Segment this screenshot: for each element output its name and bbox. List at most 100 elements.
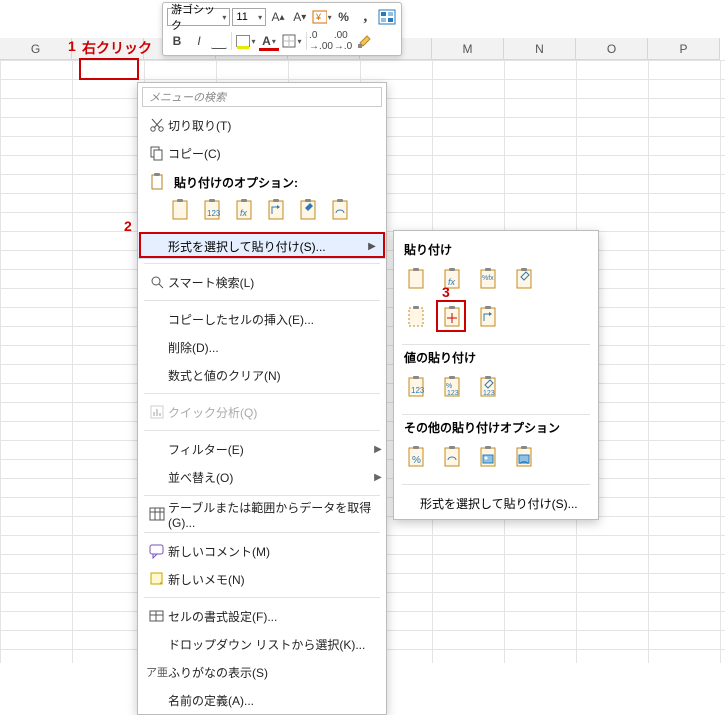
search-icon [146,274,168,290]
menu-item-format-cells[interactable]: セルの書式設定(F)... [138,602,386,630]
menu-item-label: セルの書式設定(F)... [168,608,386,625]
menu-item-label: ドロップダウン リストから選択(K)... [168,636,386,653]
menu-item-define-name[interactable]: 名前の定義(A)... [138,686,386,714]
column-header[interactable]: G [0,38,72,60]
percent-style-button[interactable]: % [334,7,354,27]
annotation-1-number: 1 [68,38,76,54]
sub-paste-keep-source-button[interactable] [512,266,538,294]
menu-item-insert-copied[interactable]: コピーしたセルの挿入(E)... [138,305,386,333]
sub-paste-formulas-number-button[interactable]: %fx [476,266,502,294]
menu-item-filter[interactable]: フィルター(E) ▶ [138,435,386,463]
increase-decimal-button[interactable]: .0→.00 [311,31,331,51]
menu-item-label: 切り取り(T) [168,117,386,134]
sub-paste-special-dialog[interactable]: 形式を選択して貼り付け(S)... [402,489,590,513]
paste-transpose-button[interactable] [264,197,290,225]
sub-paste-linked-picture-button[interactable] [512,444,538,472]
column-header[interactable]: N [504,38,576,60]
paste-options-header: 貼り付けのオプション: [138,167,386,193]
menu-item-dropdown-select[interactable]: ドロップダウン リストから選択(K)... [138,630,386,658]
accounting-format-button[interactable]: ¥▾ [312,7,332,27]
submenu-arrow-icon: ▶ [370,472,386,483]
menu-item-label: 削除(D)... [168,339,386,356]
menu-item-new-note[interactable]: 新しいメモ(N) [138,565,386,593]
menu-search-placeholder: メニューの検索 [149,89,226,105]
comma-style-button[interactable]: , [355,7,375,27]
sub-paste-transpose-button[interactable] [476,304,502,332]
font-name-combobox[interactable]: 游ゴシック▾ [167,8,230,26]
font-size-value: 11 [236,11,247,23]
menu-item-label: 並べ替え(O) [168,469,370,486]
paste-formatting-button[interactable] [296,197,322,225]
menu-item-label: ふりがなの表示(S) [168,664,386,681]
underline-button[interactable] [211,33,227,49]
sub-paste-values-source-button[interactable]: 123 [476,374,502,402]
italic-button[interactable]: I [189,31,209,51]
format-cells-icon [146,608,168,624]
menu-item-furigana[interactable]: ア亜 ふりがなの表示(S) [138,658,386,686]
menu-item-label: 形式を選択して貼り付け(S)... [402,489,580,514]
submenu-other-header: その他の貼り付けオプション [404,419,590,436]
submenu-values-header: 値の貼り付け [404,349,590,366]
fill-color-button[interactable]: ▾ [236,31,256,51]
sub-paste-picture-button[interactable] [476,444,502,472]
svg-text:123: 123 [483,390,495,397]
menu-item-new-comment[interactable]: 新しいコメント(M) [138,537,386,565]
format-painter-button[interactable] [355,31,375,51]
quick-analysis-icon [146,404,168,420]
column-header[interactable]: O [576,38,648,60]
menu-item-label: コピーしたセルの挿入(E)... [168,311,386,328]
menu-item-quick-analysis: クイック分析(Q) [138,398,386,426]
menu-item-label: フィルター(E) [168,441,370,458]
annotation-box-1 [79,58,139,80]
comment-icon [146,543,168,559]
copy-icon [146,145,168,161]
svg-text:¥: ¥ [315,12,322,22]
menu-item-sort[interactable]: 並べ替え(O) ▶ [138,463,386,491]
sub-paste-link-button[interactable] [440,444,466,472]
decrease-decimal-button[interactable]: .00→.0 [333,31,353,51]
menu-item-delete[interactable]: 削除(D)... [138,333,386,361]
svg-text:%fx: %fx [482,275,494,282]
annotation-box-2 [139,232,385,258]
menu-search-input[interactable]: メニューの検索 [142,87,382,107]
menu-item-smart-lookup[interactable]: スマート検索(L) [138,268,386,296]
paste-special-submenu: 貼り付け fx %fx 3 値の貼り付け 123 %123 123 その他の貼り… [393,230,599,520]
bold-button[interactable]: B [167,31,187,51]
font-name-value: 游ゴシック [171,1,221,33]
sub-paste-values-number-button[interactable]: %123 [440,374,466,402]
font-color-button[interactable]: A▾ [258,31,280,51]
menu-item-label: 名前の定義(A)... [168,692,386,709]
paste-options-row: 123 fx [138,193,386,233]
menu-item-cut[interactable]: 切り取り(T) [138,111,386,139]
column-header[interactable]: M [432,38,504,60]
decrease-font-size-button[interactable]: A▾ [290,7,310,27]
paste-all-button[interactable] [168,197,194,225]
sub-paste-all-button[interactable] [404,266,430,294]
submenu-paste-header: 貼り付け [404,241,590,258]
paste-values-button[interactable]: 123 [200,197,226,225]
annotation-box-3 [436,300,466,332]
menu-item-clear[interactable]: 数式と値のクリア(N) [138,361,386,389]
svg-text:%: % [446,383,452,390]
increase-font-size-button[interactable]: A▴ [268,7,288,27]
column-header[interactable]: P [648,38,720,60]
borders-button[interactable]: ▾ [282,31,302,51]
sub-paste-no-borders-button[interactable] [404,304,430,332]
menu-item-label: テーブルまたは範囲からデータを取得(G)... [168,499,386,530]
paste-formulas-button[interactable]: fx [232,197,258,225]
conditional-formatting-button[interactable] [377,7,397,27]
menu-item-get-data[interactable]: テーブルまたは範囲からデータを取得(G)... [138,500,386,528]
context-menu: メニューの検索 切り取り(T) コピー(C) 貼り付けのオプション: 123 f… [137,82,387,715]
mini-toolbar: 游ゴシック▾ 11▾ A▴ A▾ ¥▾ % , B I ▾ A▾ ▾ .0→.0… [162,2,402,56]
paste-link-button[interactable] [328,197,354,225]
sub-paste-formatting-button[interactable]: % [404,444,430,472]
svg-text:123: 123 [447,390,459,397]
sub-paste-values-button[interactable]: 123 [404,374,430,402]
svg-text:%: % [412,455,421,466]
menu-item-copy[interactable]: コピー(C) [138,139,386,167]
svg-text:fx: fx [240,208,248,218]
font-size-combobox[interactable]: 11▾ [232,8,266,26]
table-icon [146,506,168,522]
paste-options-label: 貼り付けのオプション: [174,174,386,191]
submenu-arrow-icon: ▶ [370,444,386,455]
